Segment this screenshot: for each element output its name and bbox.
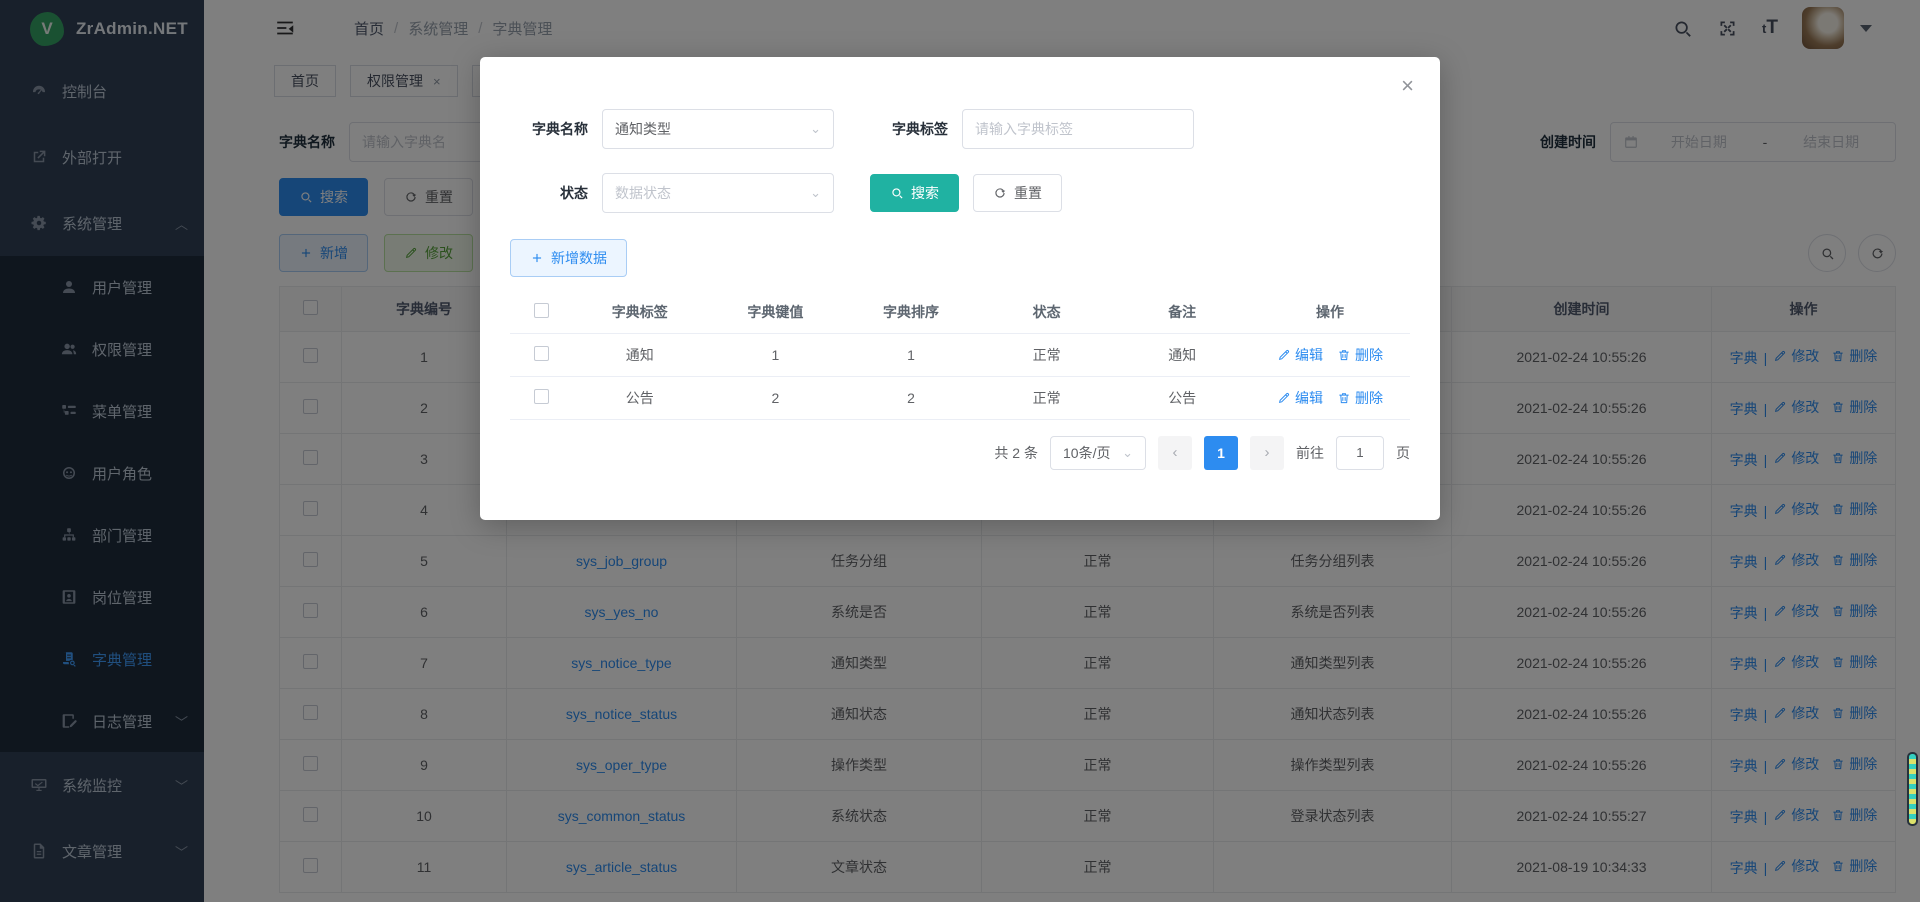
row-checkbox[interactable]	[534, 389, 549, 404]
column-header: 字典键值	[708, 291, 844, 333]
dict-value-cell: 1	[708, 333, 844, 376]
modal-filter-form: 字典名称 通知类型 ⌄ 字典标签 状态 数据状态 ⌄ 搜索 重置	[510, 109, 1410, 213]
delete-link[interactable]: 删除	[1337, 345, 1383, 365]
page-size-select[interactable]: 10条/页 ⌄	[1050, 436, 1146, 470]
modal-reset-button[interactable]: 重置	[973, 174, 1062, 212]
select-all-checkbox[interactable]	[534, 303, 549, 318]
modal-pagination: 共 2 条 10条/页 ⌄ ‹ 1 › 前往 页	[510, 436, 1410, 470]
remark-cell: 公告	[1114, 376, 1250, 419]
dict-sort-cell: 2	[843, 376, 979, 419]
goto-label: 前往	[1296, 443, 1324, 463]
modal-dict-name-select[interactable]: 通知类型 ⌄	[602, 109, 834, 149]
next-page-button[interactable]: ›	[1250, 436, 1284, 470]
operations-cell: 编辑 删除	[1250, 376, 1410, 419]
chevron-down-icon: ⌄	[810, 121, 821, 137]
status-cell: 正常	[979, 333, 1115, 376]
modal-search-button[interactable]: 搜索	[870, 174, 959, 212]
edit-link[interactable]: 编辑	[1277, 345, 1323, 365]
modal-status-select[interactable]: 数据状态 ⌄	[602, 173, 834, 213]
goto-page-input[interactable]	[1336, 436, 1384, 470]
current-page-button[interactable]: 1	[1204, 436, 1238, 470]
refresh-icon	[993, 186, 1007, 200]
search-icon	[890, 186, 904, 200]
dict-label-cell: 通知	[572, 333, 708, 376]
chevron-down-icon: ⌄	[810, 185, 821, 201]
dict-label-cell: 公告	[572, 376, 708, 419]
modal-form-row-1: 字典名称 通知类型 ⌄ 字典标签	[510, 109, 1410, 149]
modal-dict-label-label: 字典标签	[870, 119, 948, 139]
modal-form-row-2: 状态 数据状态 ⌄ 搜索 重置	[510, 173, 1410, 213]
close-icon[interactable]: ×	[1401, 75, 1414, 97]
table-row: 公告22正常公告 编辑 删除	[510, 376, 1410, 419]
dict-value-cell: 2	[708, 376, 844, 419]
column-header: 字典标签	[572, 291, 708, 333]
chevron-down-icon: ⌄	[1122, 445, 1133, 461]
column-header: 操作	[1250, 291, 1410, 333]
dict-data-modal: × 字典名称 通知类型 ⌄ 字典标签 状态 数据状态 ⌄ 搜索	[480, 57, 1440, 520]
column-header: 字典排序	[843, 291, 979, 333]
plus-icon	[530, 251, 544, 265]
page-unit-label: 页	[1396, 443, 1410, 463]
pencil-icon	[1277, 391, 1291, 405]
table-row: 通知11正常通知 编辑 删除	[510, 333, 1410, 376]
scrollbar[interactable]	[1907, 752, 1918, 826]
modal-dict-name-label: 字典名称	[510, 119, 588, 139]
delete-link[interactable]: 删除	[1337, 388, 1383, 408]
modal-status-label: 状态	[510, 183, 588, 203]
prev-page-button[interactable]: ‹	[1158, 436, 1192, 470]
dict-sort-cell: 1	[843, 333, 979, 376]
column-header: 备注	[1114, 291, 1250, 333]
pagination-total: 共 2 条	[994, 443, 1038, 463]
row-checkbox[interactable]	[534, 346, 549, 361]
dict-data-table: 字典标签字典键值字典排序状态备注操作 通知11正常通知 编辑 删除公告22正常公…	[510, 291, 1410, 420]
trash-icon	[1337, 391, 1351, 405]
modal-dict-label-input[interactable]	[962, 109, 1194, 149]
pencil-icon	[1277, 348, 1291, 362]
modal-add-data-button[interactable]: 新增数据	[510, 239, 627, 277]
trash-icon	[1337, 348, 1351, 362]
status-cell: 正常	[979, 376, 1115, 419]
edit-link[interactable]: 编辑	[1277, 388, 1323, 408]
remark-cell: 通知	[1114, 333, 1250, 376]
operations-cell: 编辑 删除	[1250, 333, 1410, 376]
column-header: 状态	[979, 291, 1115, 333]
